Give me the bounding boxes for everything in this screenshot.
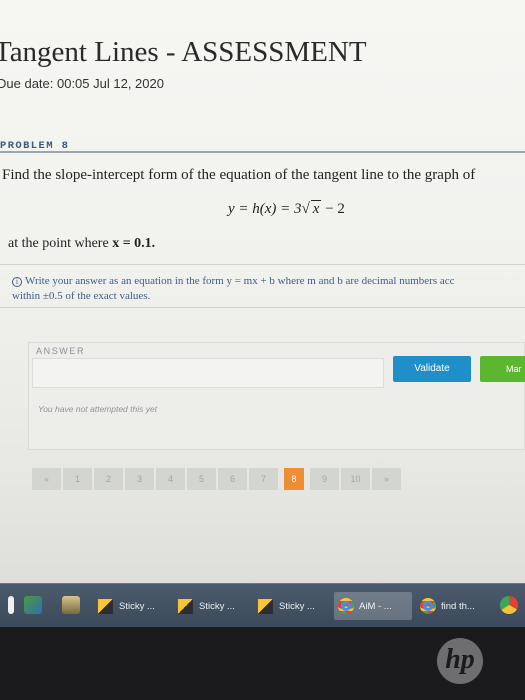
hp-logo: hp xyxy=(437,638,483,684)
pager-prev[interactable]: « xyxy=(32,468,61,490)
taskbar-item-label: Sticky ... xyxy=(279,600,315,612)
chrome-icon[interactable] xyxy=(500,596,518,614)
problem-statement: Find the slope-intercept form of the equ… xyxy=(2,167,476,183)
taskbar-item-label: find th... xyxy=(441,600,475,612)
taskbar-item-sticky-3[interactable]: Sticky ... xyxy=(254,592,319,620)
divider xyxy=(0,151,525,153)
point-value: x = 0.1. xyxy=(112,236,156,251)
pager-page-9[interactable]: 9 xyxy=(310,468,339,490)
answer-hint: i Write your answer as an equation in the… xyxy=(12,274,455,304)
store-icon[interactable] xyxy=(24,596,42,614)
taskbar-item-label: Sticky ... xyxy=(119,600,155,612)
browser-page: Tangent Lines - ASSESSMENT Due date: 00:… xyxy=(0,0,525,583)
hint-line-2: within ±0.5 of the exact values. xyxy=(12,290,151,302)
taskbar-item-label: AiM - ... xyxy=(359,600,392,612)
pager-page-4[interactable]: 4 xyxy=(156,468,185,490)
validate-button[interactable]: Validate xyxy=(393,356,471,382)
page-title: Tangent Lines - ASSESSMENT xyxy=(0,36,367,68)
attempt-status: You have not attempted this yet xyxy=(38,404,158,414)
info-icon: i xyxy=(12,277,22,287)
file-explorer-icon[interactable] xyxy=(62,596,80,614)
taskbar-item-label: Sticky ... xyxy=(199,600,235,612)
taskbar-item-sticky-2[interactable]: Sticky ... xyxy=(174,592,239,620)
equation-radicand: x xyxy=(312,201,320,217)
equation-rhs: − 2 xyxy=(325,201,345,217)
taskbar-item-aim[interactable]: AiM - ... xyxy=(334,592,412,620)
pager-page-3[interactable]: 3 xyxy=(125,468,154,490)
pager-page-8[interactable]: 8 xyxy=(284,468,304,490)
due-date: Due date: 00:05 Jul 12, 2020 xyxy=(0,76,164,91)
answer-label: ANSWER xyxy=(36,346,86,356)
taskbar-item-find[interactable]: find th... xyxy=(416,592,479,620)
equation-lhs: y = h(x) = 3 xyxy=(228,201,302,217)
problem-equation: y = h(x) = 3√ x − 2 xyxy=(228,200,345,218)
point-prefix: at the point where xyxy=(8,236,113,251)
pager-page-6[interactable]: 6 xyxy=(218,468,247,490)
answer-input[interactable] xyxy=(32,358,384,388)
point-condition: at the point where x = 0.1. xyxy=(8,236,155,252)
sticky-notes-icon xyxy=(178,598,193,614)
sticky-notes-icon xyxy=(98,598,113,614)
start-icon[interactable] xyxy=(8,596,14,614)
pager-page-5[interactable]: 5 xyxy=(187,468,216,490)
chrome-icon xyxy=(338,598,354,614)
problem-pager: « 1 2 3 4 5 6 7 8 9 10 » xyxy=(32,468,401,490)
chrome-icon xyxy=(420,598,436,614)
pager-page-2[interactable]: 2 xyxy=(94,468,123,490)
hint-line-1: Write your answer as an equation in the … xyxy=(25,275,455,287)
sqrt-sign: √ xyxy=(301,201,310,217)
sticky-notes-icon xyxy=(258,598,273,614)
pager-next[interactable]: » xyxy=(372,468,401,490)
taskbar-item-sticky-1[interactable]: Sticky ... xyxy=(94,592,159,620)
mark-button[interactable]: Mar xyxy=(480,356,525,382)
pager-page-7[interactable]: 7 xyxy=(249,468,278,490)
pager-page-1[interactable]: 1 xyxy=(63,468,92,490)
taskbar: Sticky ... Sticky ... Sticky ... AiM - .… xyxy=(0,583,525,627)
pager-page-10[interactable]: 10 xyxy=(341,468,370,490)
